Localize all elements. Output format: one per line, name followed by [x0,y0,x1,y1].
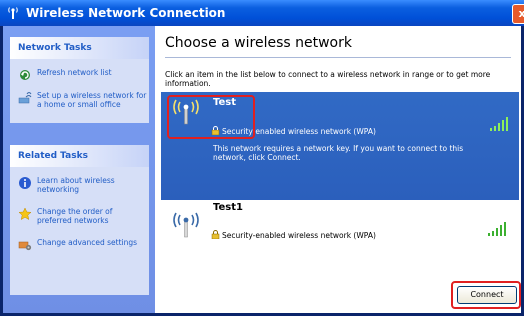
learn-about-wireless-link[interactable]: Learn about wireless networking [10,176,149,194]
wireless-network-connection-window: Wireless Network Connection x Network Ta… [0,0,524,316]
main-pane: Choose a wireless network Click an item … [155,26,521,313]
settings-icon [18,241,32,251]
highlight-selected-network [167,95,255,139]
setup-network-icon [18,92,32,104]
change-advanced-settings-link[interactable]: Change advanced settings [10,238,149,251]
title-divider [165,57,511,58]
signal-strength-icon [488,222,506,236]
network-tasks-header[interactable]: Network Tasks [10,37,149,59]
close-button[interactable]: x [512,4,524,24]
network-description: This network requires a network key. If … [213,144,464,162]
page-title: Choose a wireless network [165,35,352,51]
setup-wireless-network-label: Set up a wireless network for a home or … [37,91,147,109]
learn-about-wireless-label: Learn about wireless networking [37,176,115,194]
info-icon [19,177,31,189]
network-item-test1[interactable]: Test1 Security-enabled wireless network … [161,202,519,252]
refresh-network-list-label: Refresh network list [37,68,112,77]
signal-strength-icon [490,117,508,131]
network-ssid: Test1 [213,202,243,213]
task-pane: Network Tasks Refresh network list Set u… [3,26,155,313]
wireless-antenna-icon [173,212,199,238]
network-tasks-panel: Network Tasks Refresh network list Set u… [10,37,149,123]
change-preferred-order-link[interactable]: Change the order of preferred networks [10,207,149,225]
related-tasks-header[interactable]: Related Tasks [10,145,149,167]
lock-icon [211,230,220,239]
window-title: Wireless Network Connection [26,6,226,20]
window-body: Network Tasks Refresh network list Set u… [3,26,521,313]
star-icon [18,207,32,221]
intro-text: Click an item in the list below to conne… [165,70,491,88]
change-preferred-order-label: Change the order of preferred networks [37,207,113,225]
title-bar: Wireless Network Connection x [0,0,524,26]
refresh-network-list-link[interactable]: Refresh network list [10,68,149,80]
related-tasks-panel: Related Tasks Learn about wireless netwo… [10,145,149,295]
refresh-icon [20,70,30,80]
wireless-icon [8,7,18,19]
setup-wireless-network-link[interactable]: Set up a wireless network for a home or … [10,91,149,109]
change-advanced-settings-label: Change advanced settings [37,238,138,247]
network-security: Security-enabled wireless network (WPA) [222,231,376,240]
connect-button[interactable]: Connect [457,286,517,304]
